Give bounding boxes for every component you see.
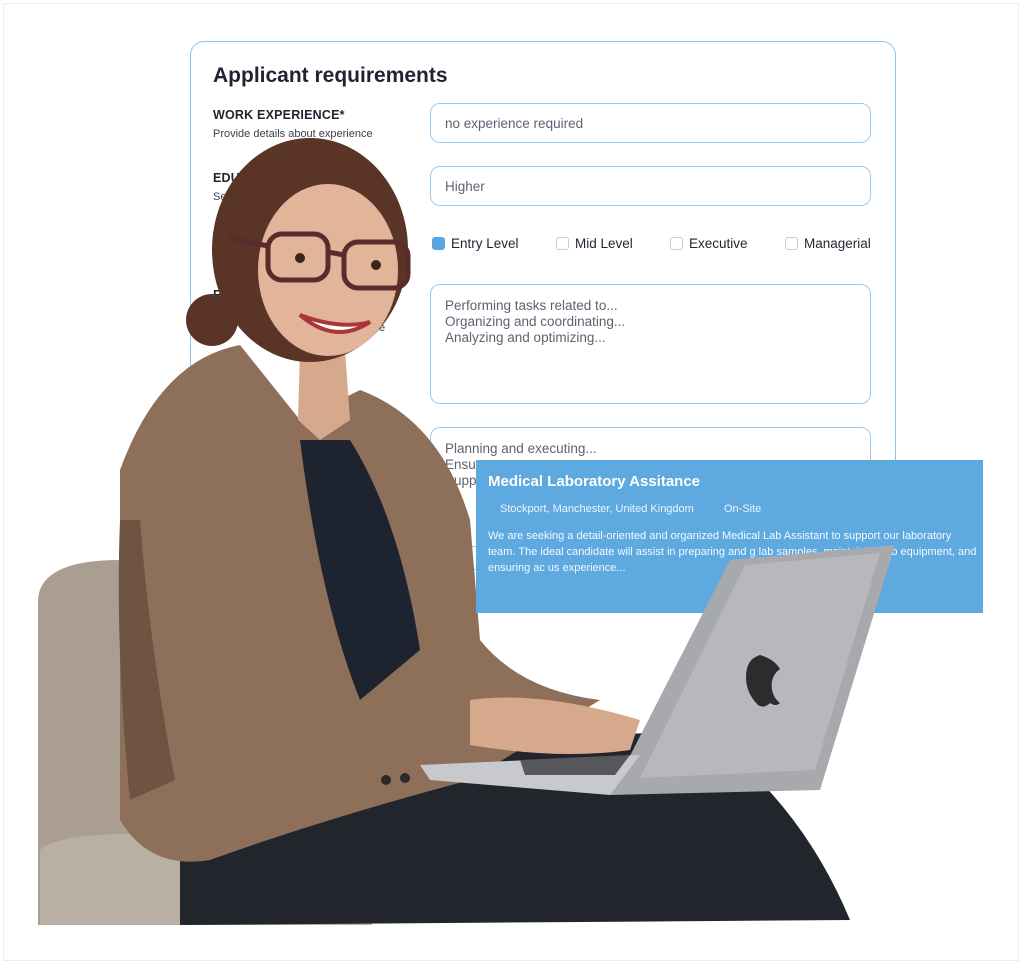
hands [470,697,640,754]
job-posting-card[interactable]: Medical Laboratory Assitance Stockport, … [476,460,983,613]
job-location: Stockport, Manchester, United Kingdom [500,503,694,515]
eye [371,260,381,270]
hair-bun [186,294,238,346]
button [381,775,391,785]
eye [295,253,305,263]
job-work-type: On-Site [724,503,762,515]
job-title[interactable]: Medical Laboratory Assitance [488,473,700,490]
job-description: We are seeking a detail-oriented and org… [488,530,977,574]
button [400,773,410,783]
